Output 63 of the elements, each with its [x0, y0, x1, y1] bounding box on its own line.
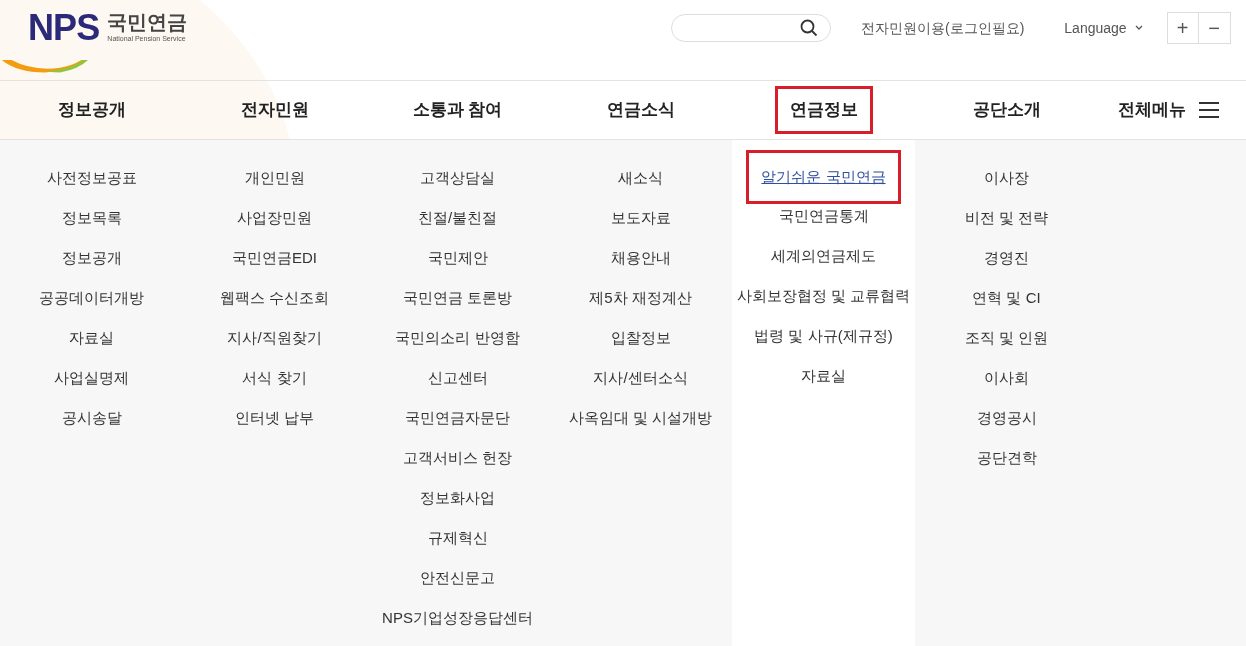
submenu-link[interactable]: 고객서비스 헌장 [402, 438, 513, 478]
submenu-link[interactable]: 사옥임대 및 시설개방 [568, 398, 713, 438]
zoom-in-button[interactable]: + [1166, 12, 1199, 44]
submenu-link[interactable]: 새소식 [618, 158, 663, 198]
submenu-link[interactable]: 정보목록 [61, 198, 122, 238]
submenu-link[interactable]: 개인민원 [244, 158, 305, 198]
all-menu-button[interactable]: 전체메뉴 [1118, 97, 1220, 123]
nav-tab[interactable]: 소통과 참여 [397, 86, 518, 134]
submenu-link[interactable]: 국민제안 [427, 238, 488, 278]
submenu-link[interactable]: 사업장민원 [237, 198, 312, 238]
submenu-link[interactable]: 고객상담실 [420, 158, 495, 198]
submenu-link[interactable]: 경영공시 [976, 398, 1037, 438]
nav-tab[interactable]: 정보공개 [42, 86, 141, 134]
chevron-down-icon [1134, 25, 1143, 31]
nav-tab[interactable]: 공단소개 [957, 86, 1056, 134]
submenu-link[interactable]: 국민연금 토론방 [402, 278, 513, 318]
submenu-link[interactable]: 국민의소리 반영함 [395, 318, 520, 358]
submenu-link[interactable]: 정보화사업 [420, 478, 495, 518]
submenu-link[interactable]: 안전신문고 [420, 558, 495, 598]
submenu-link[interactable]: 경영진 [984, 238, 1029, 278]
logo-mark: NPS [28, 10, 100, 46]
submenu-link[interactable]: 자료실 [801, 356, 846, 396]
submenu-link[interactable]: 사전정보공표 [46, 158, 137, 198]
submenu-link[interactable]: 정보공개 [61, 238, 122, 278]
search-icon [800, 19, 818, 37]
submenu-link[interactable]: 입찰정보 [610, 318, 671, 358]
submenu-link[interactable]: 자료실 [69, 318, 114, 358]
search-field[interactable] [671, 14, 831, 42]
submenu-link[interactable]: 인터넷 납부 [234, 398, 315, 438]
logo-name: 국민연금 [107, 11, 188, 32]
login-link[interactable]: 전자민원이용(로그인필요) [861, 17, 1025, 39]
submenu-link[interactable]: 연혁 및 CI [972, 278, 1041, 318]
submenu-link[interactable]: 지사/센터소식 [593, 358, 688, 398]
submenu-link[interactable]: 제5차 재정계산 [589, 278, 692, 318]
submenu-link[interactable]: 알기쉬운 국민연금 [746, 150, 901, 204]
submenu-link[interactable]: 보도자료 [610, 198, 671, 238]
submenu-link[interactable]: 공공데이터개방 [39, 278, 144, 318]
submenu-link[interactable]: 사회보장협정 및 교류협력 [736, 276, 911, 316]
submenu-link[interactable]: 조직 및 인원 [964, 318, 1049, 358]
language-dropdown[interactable]: Language [1064, 17, 1143, 39]
submenu-link[interactable]: 지사/직원찾기 [227, 318, 322, 358]
nav-tab[interactable]: 연금소식 [591, 86, 690, 134]
submenu-link[interactable]: 채용안내 [610, 238, 671, 278]
nav-tab[interactable]: 전자민원 [225, 86, 324, 134]
submenu-link[interactable]: 법령 및 사규(제규정) [754, 316, 893, 356]
submenu-link[interactable]: 친절/불친절 [417, 198, 498, 238]
submenu-link[interactable]: 이사회 [984, 358, 1029, 398]
submenu-link[interactable]: NPS기업성장응답센터 [382, 598, 533, 638]
submenu-link[interactable]: 웹팩스 수신조회 [219, 278, 330, 318]
submenu-link[interactable]: 신고센터 [427, 358, 488, 398]
zoom-out-button[interactable]: − [1198, 12, 1231, 44]
nav-tab[interactable]: 연금정보 [774, 86, 873, 134]
submenu-link[interactable]: 세계의연금제도 [771, 236, 876, 276]
submenu-link[interactable]: 이사장 [984, 158, 1029, 198]
submenu-link[interactable]: 비전 및 전략 [964, 198, 1049, 238]
menu-icon [1198, 101, 1220, 119]
submenu-link[interactable]: 공단견학 [976, 438, 1037, 478]
submenu-link[interactable]: 규제혁신 [427, 518, 488, 558]
submenu-link[interactable]: 국민연금EDI [232, 238, 317, 278]
submenu-link[interactable]: 국민연금자문단 [405, 398, 510, 438]
submenu-link[interactable]: 서식 찾기 [242, 358, 307, 398]
submenu-link[interactable]: 사업실명제 [54, 358, 129, 398]
submenu-link[interactable]: 공시송달 [61, 398, 122, 438]
